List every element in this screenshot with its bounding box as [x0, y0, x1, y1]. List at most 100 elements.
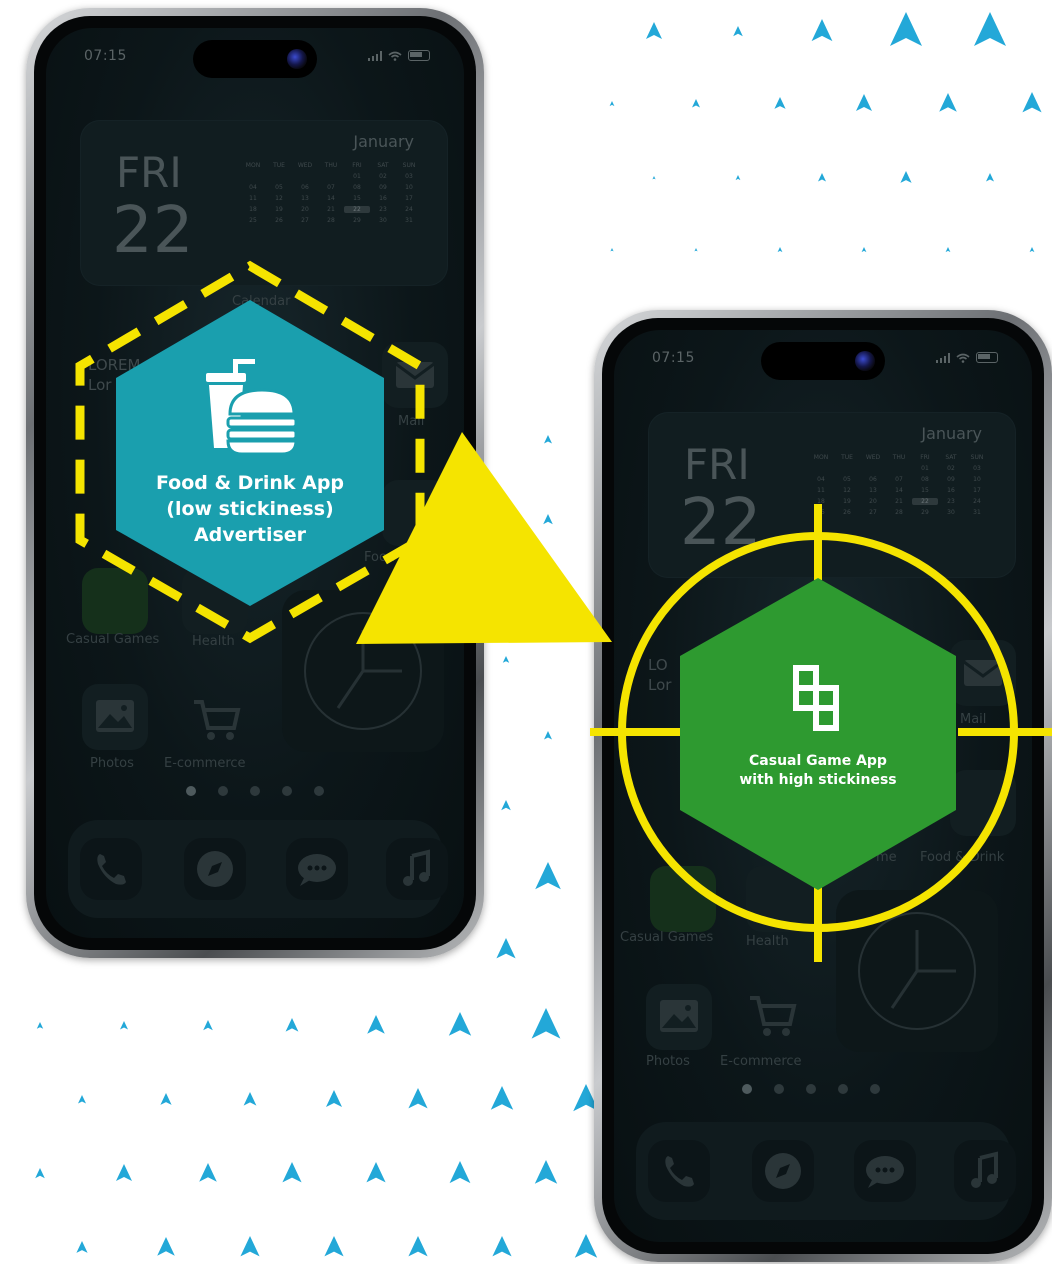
calendar-weekday: TUE: [841, 454, 853, 461]
food-drink-app-label: Food & Drink: [920, 850, 1005, 865]
messages-icon[interactable]: [286, 838, 348, 900]
status-icons: [936, 352, 998, 363]
target-line-1: Casual Game App: [749, 753, 887, 769]
arrow-shape: [492, 1236, 512, 1257]
calendar-day: 09: [379, 184, 387, 191]
messages-icon[interactable]: [854, 1140, 916, 1202]
mail-app-icon[interactable]: [382, 342, 448, 408]
arrow-shape: [574, 1234, 598, 1258]
calendar-day: 04: [249, 184, 257, 191]
calendar-day: 06: [301, 184, 309, 191]
lorem-widget-sub: Lor: [648, 676, 672, 694]
music-icon[interactable]: [954, 1140, 1016, 1202]
arrow-shape: [694, 248, 698, 252]
calendar-widget[interactable]: FRI 22 January MON TUE WED THU FRI SAT SUN 01 02…: [648, 412, 1016, 578]
photos-app-icon[interactable]: [646, 984, 712, 1050]
page-indicator[interactable]: [742, 1084, 880, 1094]
calendar-day: 28: [895, 509, 903, 516]
calendar-weekday: SUN: [970, 454, 984, 461]
photos-icon: [96, 700, 134, 732]
arrow-shape: [777, 247, 783, 253]
calendar-month: January: [921, 424, 982, 443]
calendar-day: 20: [869, 498, 877, 505]
page-indicator[interactable]: [186, 786, 324, 796]
food-drink-app-icon[interactable]: [382, 480, 448, 546]
calendar-day: 01: [921, 465, 929, 472]
calendar-day: 23: [379, 206, 387, 213]
calendar-day: 22: [344, 206, 370, 213]
clock-widget[interactable]: [836, 890, 998, 1052]
mail-icon: [963, 660, 1003, 686]
calendar-day: 23: [947, 498, 955, 505]
food-drink-app-icon[interactable]: [950, 770, 1016, 836]
arrow-shape: [367, 1015, 385, 1034]
cart-icon: [194, 700, 241, 740]
ecommerce-app-icon[interactable]: [740, 984, 806, 1050]
calendar-day: 25: [817, 509, 825, 516]
advertiser-line-3: Advertiser: [193, 524, 307, 546]
calendar-weekday: SAT: [945, 454, 957, 461]
phone-icon[interactable]: [648, 1140, 710, 1202]
calendar-month: January: [353, 132, 414, 151]
calendar-day: 03: [405, 173, 413, 180]
signal-icon: [368, 50, 382, 61]
arrow-shape: [544, 435, 552, 444]
compass-icon[interactable]: [184, 838, 246, 900]
arrow-shape: [610, 248, 614, 252]
arrow-shape: [449, 1161, 471, 1184]
arrow-shape: [652, 176, 656, 180]
calendar-day: 18: [817, 498, 825, 505]
calendar-day: 27: [869, 509, 877, 516]
calendar-day: 18: [249, 206, 257, 213]
mail-app-icon[interactable]: [950, 640, 1016, 706]
calendar-day: 27: [301, 217, 309, 224]
arrow-shape: [78, 1095, 86, 1104]
ecommerce-app-icon[interactable]: [184, 688, 250, 754]
arrow-shape: [203, 1020, 213, 1031]
advertiser-line-1: Food & Drink App: [155, 472, 345, 494]
signal-icon: [936, 352, 950, 363]
health-app-icon[interactable]: [182, 568, 248, 634]
calendar-day: 30: [379, 217, 387, 224]
camera-icon: [287, 49, 307, 69]
calendar-day: 04: [817, 476, 825, 483]
arrow-shape: [986, 173, 994, 182]
calendar-widget-label: Calendar: [232, 294, 291, 309]
status-icons: [368, 50, 430, 61]
music-icon[interactable]: [386, 838, 448, 900]
calendar-day: 22: [912, 498, 938, 505]
clock-widget[interactable]: [282, 590, 444, 752]
photos-app-icon[interactable]: [82, 684, 148, 750]
calendar-widget[interactable]: FRI 22 January MON TUE WED THU FRI SAT SUN 01 02…: [80, 120, 448, 286]
mail-app-label: Mail: [398, 414, 425, 429]
calendar-day: 30: [947, 509, 955, 516]
health-app-icon[interactable]: [746, 866, 812, 932]
calendar-weekday: THU: [892, 454, 906, 461]
calendar-day: 14: [327, 195, 335, 202]
casual-games-app-icon[interactable]: [650, 866, 716, 932]
calendar-day: 08: [353, 184, 361, 191]
arrow-shape: [120, 1021, 128, 1030]
arrow-shape: [408, 1236, 428, 1257]
calendar-day: 26: [275, 217, 283, 224]
arrow-shape: [531, 1008, 561, 1039]
mail-app-label: Mail: [960, 712, 987, 727]
dock: [636, 1122, 1016, 1220]
wifi-icon: [956, 353, 970, 363]
calendar-grid: MON TUE WED THU FRI SAT SUN 01 02 03 04 05 06 07 08 09 1…: [240, 162, 422, 224]
arrow-shape: [544, 731, 552, 740]
compass-icon[interactable]: [752, 1140, 814, 1202]
arrow-shape: [774, 97, 786, 109]
calendar-day: 24: [405, 206, 413, 213]
advertiser-badge-text: Food & Drink App (low stickiness) Advert…: [140, 470, 360, 548]
casual-games-app-icon[interactable]: [82, 568, 148, 634]
phone-icon[interactable]: [80, 838, 142, 900]
arrow-shape: [735, 175, 741, 181]
calendar-day: 16: [947, 487, 955, 494]
health-app-label: Health: [746, 934, 789, 949]
arrow-shape: [285, 1018, 299, 1032]
arrow-shape: [939, 93, 957, 112]
calendar-day: 09: [947, 476, 955, 483]
arrow-shape: [324, 1236, 344, 1257]
calendar-day: [292, 173, 318, 180]
